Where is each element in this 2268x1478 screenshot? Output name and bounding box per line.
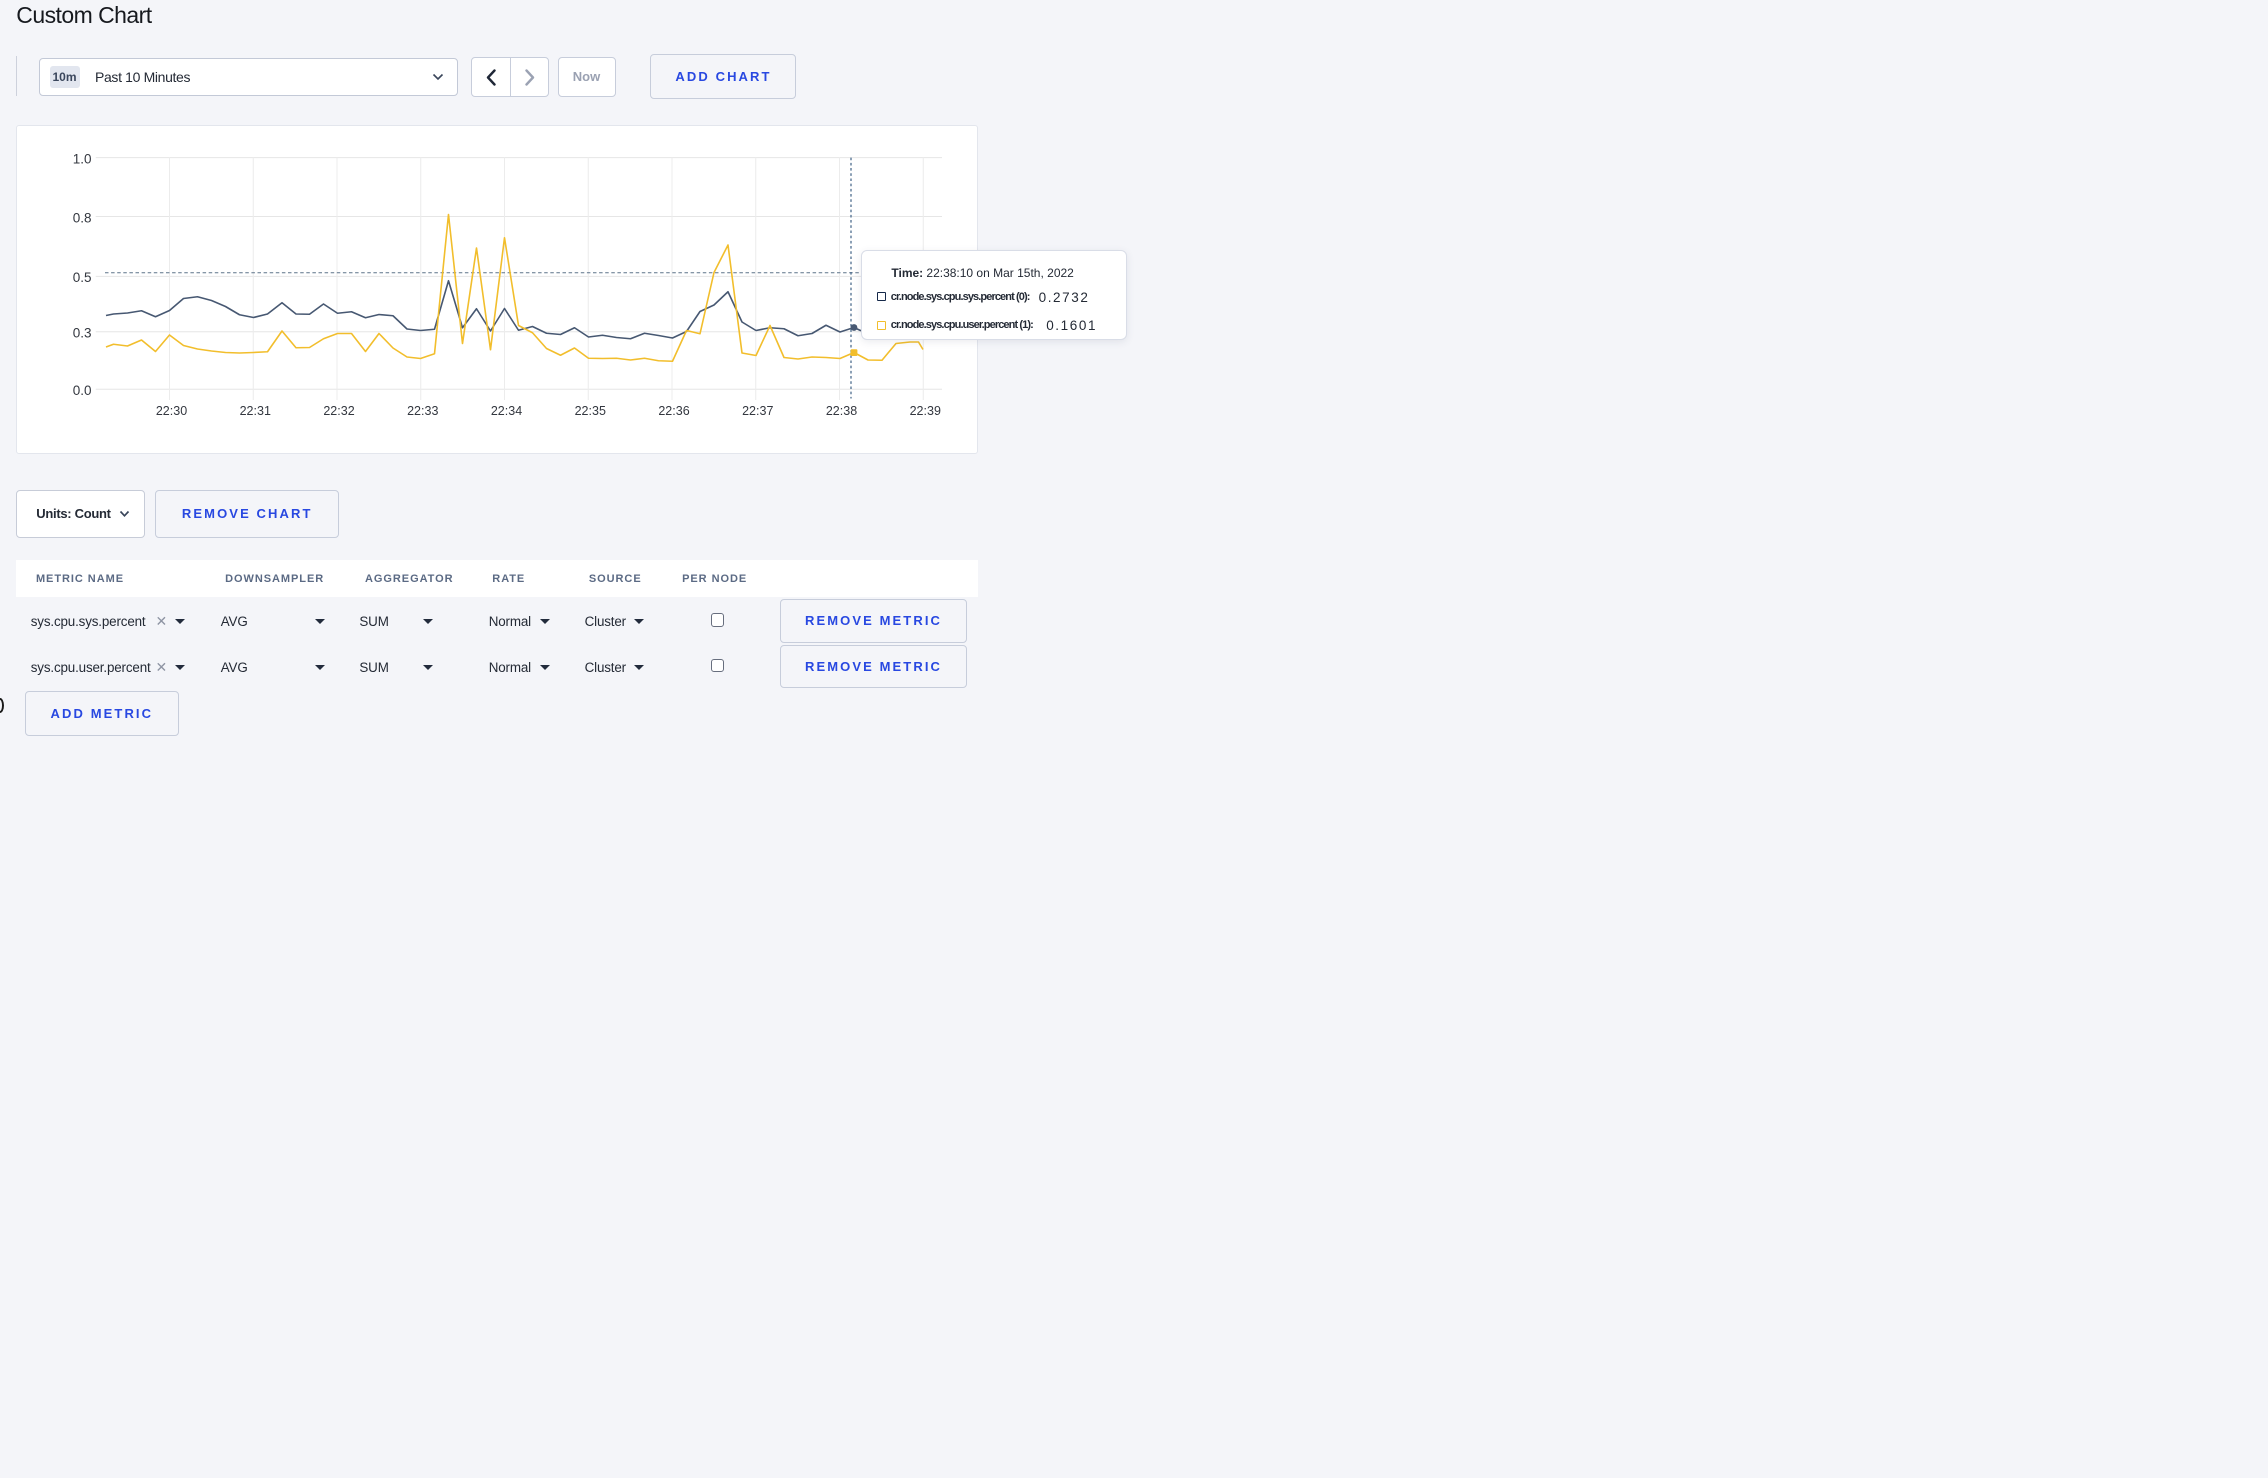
svg-text:22:33: 22:33: [407, 404, 438, 418]
svg-text:0.5: 0.5: [73, 270, 92, 285]
svg-text:22:38: 22:38: [826, 404, 857, 418]
svg-text:22:31: 22:31: [240, 404, 271, 418]
svg-text:22:36: 22:36: [658, 404, 689, 418]
svg-text:22:35: 22:35: [575, 404, 606, 418]
svg-text:22:32: 22:32: [323, 404, 354, 418]
svg-text:1.0: 1.0: [73, 151, 92, 166]
svg-text:22:34: 22:34: [491, 404, 522, 418]
svg-text:22:37: 22:37: [742, 404, 773, 418]
svg-text:0.3: 0.3: [73, 326, 92, 341]
svg-text:22:39: 22:39: [910, 404, 941, 418]
svg-text:0.0: 0.0: [73, 383, 92, 398]
svg-text:0.8: 0.8: [73, 210, 92, 225]
svg-text:22:30: 22:30: [156, 404, 187, 418]
